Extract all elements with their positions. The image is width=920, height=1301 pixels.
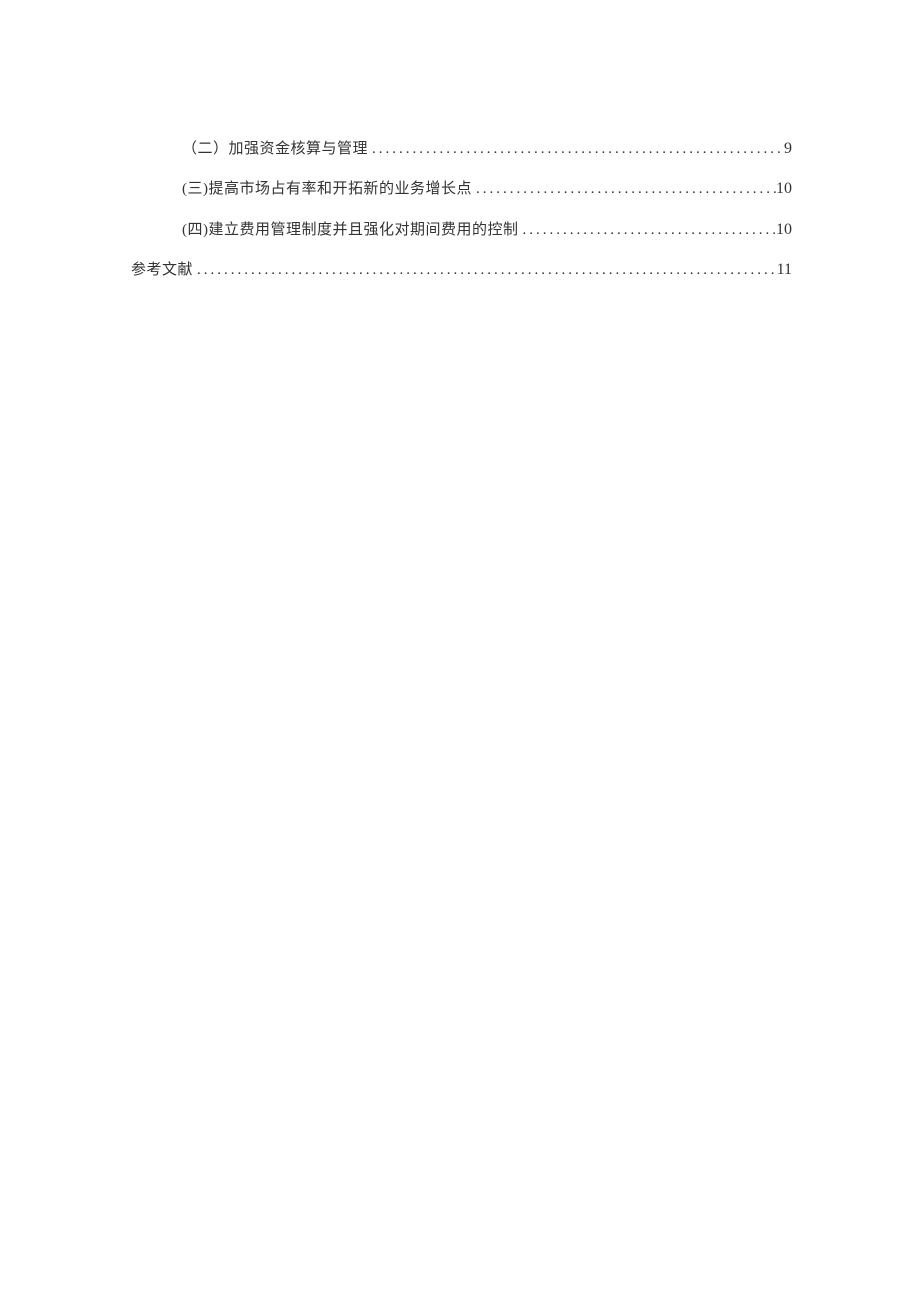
toc-entry: (三)提高市场占有率和开拓新的业务增长点 10: [131, 178, 792, 200]
toc-dots: [519, 220, 777, 241]
toc-entry: 参考文献 11: [131, 259, 792, 281]
toc-entry: (四)建立费用管理制度并且强化对期间费用的控制 10: [131, 219, 792, 241]
toc-entry-page: 11: [777, 259, 792, 281]
toc-entry-page: 10: [776, 178, 792, 200]
toc-entry-page: 9: [784, 138, 792, 160]
toc-entry-title: （二）加强资金核算与管理: [182, 139, 368, 160]
toc-dots: [472, 179, 776, 200]
toc-entry-title: (三)提高市场占有率和开拓新的业务增长点: [182, 179, 472, 200]
toc-entry-title: 参考文献: [131, 260, 193, 281]
toc-entry-title: (四)建立费用管理制度并且强化对期间费用的控制: [182, 220, 519, 241]
toc-dots: [368, 139, 784, 160]
toc-section: （二）加强资金核算与管理 9 (三)提高市场占有率和开拓新的业务增长点 10 (…: [0, 0, 920, 282]
toc-dots: [193, 260, 777, 281]
toc-entry-page: 10: [776, 219, 792, 241]
toc-entry: （二）加强资金核算与管理 9: [131, 138, 792, 160]
